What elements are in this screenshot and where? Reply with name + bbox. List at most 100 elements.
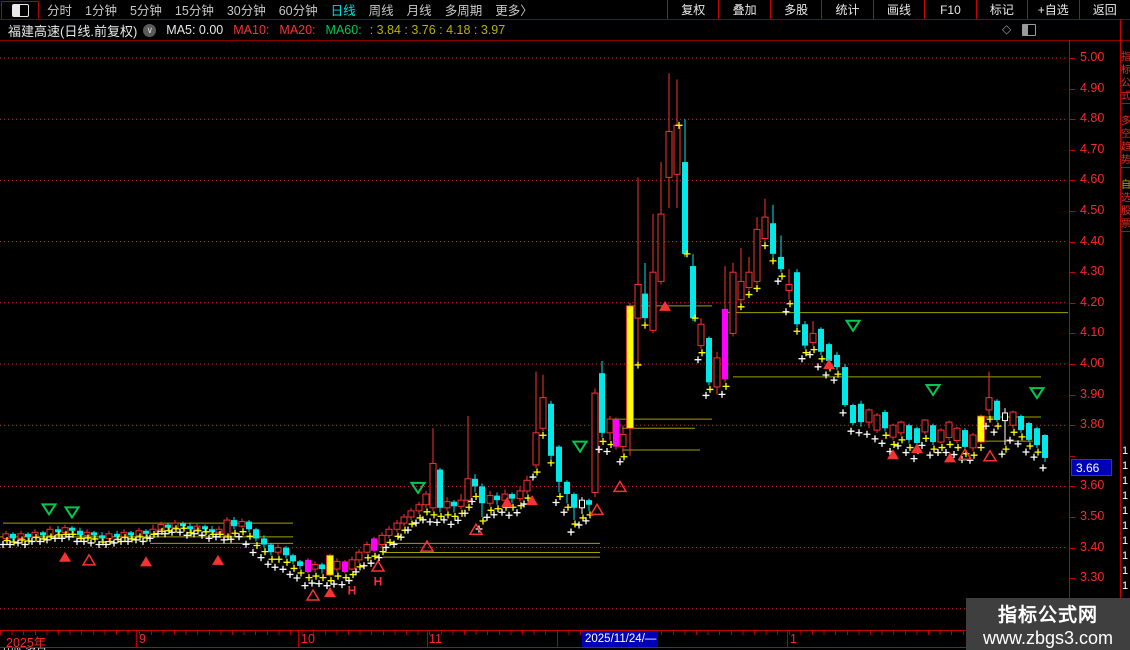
cross-marker [261,548,269,556]
candlestick-chart[interactable]: HH [0,40,1070,630]
cross-marker [634,361,642,369]
selected-date-badge: 2025/11/24/— [582,631,658,647]
candle-down [319,564,325,570]
cross-marker [483,513,491,521]
cross-marker [906,444,914,452]
toolbar-button-0[interactable]: 复权 [667,0,718,19]
toolbar-button-8[interactable]: 返回 [1078,0,1130,19]
candle-down [451,501,457,507]
candle-down [437,469,443,508]
toolbar-button-7[interactable]: +自选 [1027,0,1078,19]
candle-down [297,561,303,566]
cross-marker [371,552,379,560]
month-label: 1 [790,632,797,646]
month-divider [136,631,137,647]
cross-marker [575,521,583,529]
nav-period-1[interactable]: 1分钟 [85,0,117,19]
price-label: 3.80 [1080,417,1105,432]
chevron-down-icon[interactable]: ∨ [143,23,157,37]
nav-period-2[interactable]: 5分钟 [130,0,162,19]
buy-triangle-hollow [81,553,97,566]
cross-marker [286,570,294,578]
candle-up [889,424,897,438]
price-tick [1069,425,1075,427]
candle-up [464,478,472,501]
nav-period-8[interactable]: 月线 [407,0,432,19]
cross-marker [761,242,769,250]
candle-down [906,425,912,440]
candle-down [842,367,848,406]
signal-bar-magenta [342,561,348,573]
price-tick [1069,211,1075,212]
candle-down [55,529,61,533]
candle-up [761,216,769,240]
window-layout-icon[interactable] [1,1,39,20]
sidebar-digit: 1 [1122,445,1129,457]
cross-marker [745,291,753,299]
sell-triangle-hollow [40,503,58,517]
nav-period-7[interactable]: 周线 [369,0,394,19]
ma5-label: MA5: 0.00 [166,23,224,37]
candle-up [355,551,363,561]
toolbar-button-4[interactable]: 画线 [872,0,924,19]
nav-period-0[interactable]: 分时 [47,0,72,19]
toolbar-button-1[interactable]: 叠加 [718,0,769,19]
candle-up [407,510,415,518]
candle-down [706,337,712,383]
month-divider [787,631,788,647]
right-sidebar-clipped[interactable]: 指标公式多空趋势自选股票1111111111 [1121,20,1130,650]
candle-up [737,280,745,301]
period-nav: 分时 1分钟 5分钟 15分钟 30分钟 60分钟 日线 周线 月线 多周期 更多〉 [47,0,533,19]
candle-down [472,478,478,487]
candle-down [586,500,592,505]
candle-up [649,271,657,331]
toolbar-button-5[interactable]: F10 [924,0,975,19]
panel-layout-icon[interactable] [1022,24,1036,36]
cross-marker [810,346,818,354]
sidebar-char: 票 [1121,219,1130,230]
candle-down [571,494,577,508]
nav-period-9[interactable]: 多周期 [445,0,483,19]
candle-down [99,535,105,539]
cross-marker [1010,428,1018,436]
minor-ticks [0,631,1120,635]
toolbar-button-3[interactable]: 统计 [821,0,872,19]
signal-bar-magenta [305,559,311,573]
price-label: 4.00 [1080,356,1105,370]
nav-period-10[interactable]: 更多〉 [495,0,533,19]
candle-down [564,481,570,495]
nav-period-4[interactable]: 30分钟 [227,0,266,19]
nav-period-6[interactable]: 日线 [331,0,356,19]
candle-down [1034,428,1040,446]
cross-marker [878,439,886,447]
cross-marker [315,580,323,588]
price-label: 4.80 [1080,111,1105,126]
cross-marker [694,356,702,364]
toolbar-button-6[interactable]: 标记 [975,0,1027,19]
price-tick [1069,578,1075,580]
cross-marker [753,284,761,292]
candle-up [486,495,494,504]
candle-down [231,520,237,527]
diamond-icon[interactable]: ◇ [1002,22,1011,36]
candle-up [333,560,341,570]
price-label: 3.30 [1080,570,1105,585]
cross-marker [356,563,364,571]
price-label: 4.70 [1080,141,1105,156]
candle-up [945,421,953,438]
sidebar-digit: 1 [1122,505,1129,517]
price-label: 4.90 [1080,80,1105,95]
cross-marker [412,519,420,527]
candle-down [165,524,171,528]
nav-period-5[interactable]: 60分钟 [279,0,318,19]
candle-up [873,414,881,431]
nav-period-3[interactable]: 15分钟 [175,0,214,19]
cross-marker [977,444,985,452]
candle-down [40,532,46,536]
cross-marker [894,442,902,450]
candle-up [953,427,961,442]
top-toolbar: 分时 1分钟 5分钟 15分钟 30分钟 60分钟 日线 周线 月线 多周期 更多〉 复权 叠加 多股统… [0,0,1130,20]
candle-down [834,354,840,368]
buy-triangle-hollow [370,559,386,572]
toolbar-button-2[interactable]: 多股 [769,0,821,19]
